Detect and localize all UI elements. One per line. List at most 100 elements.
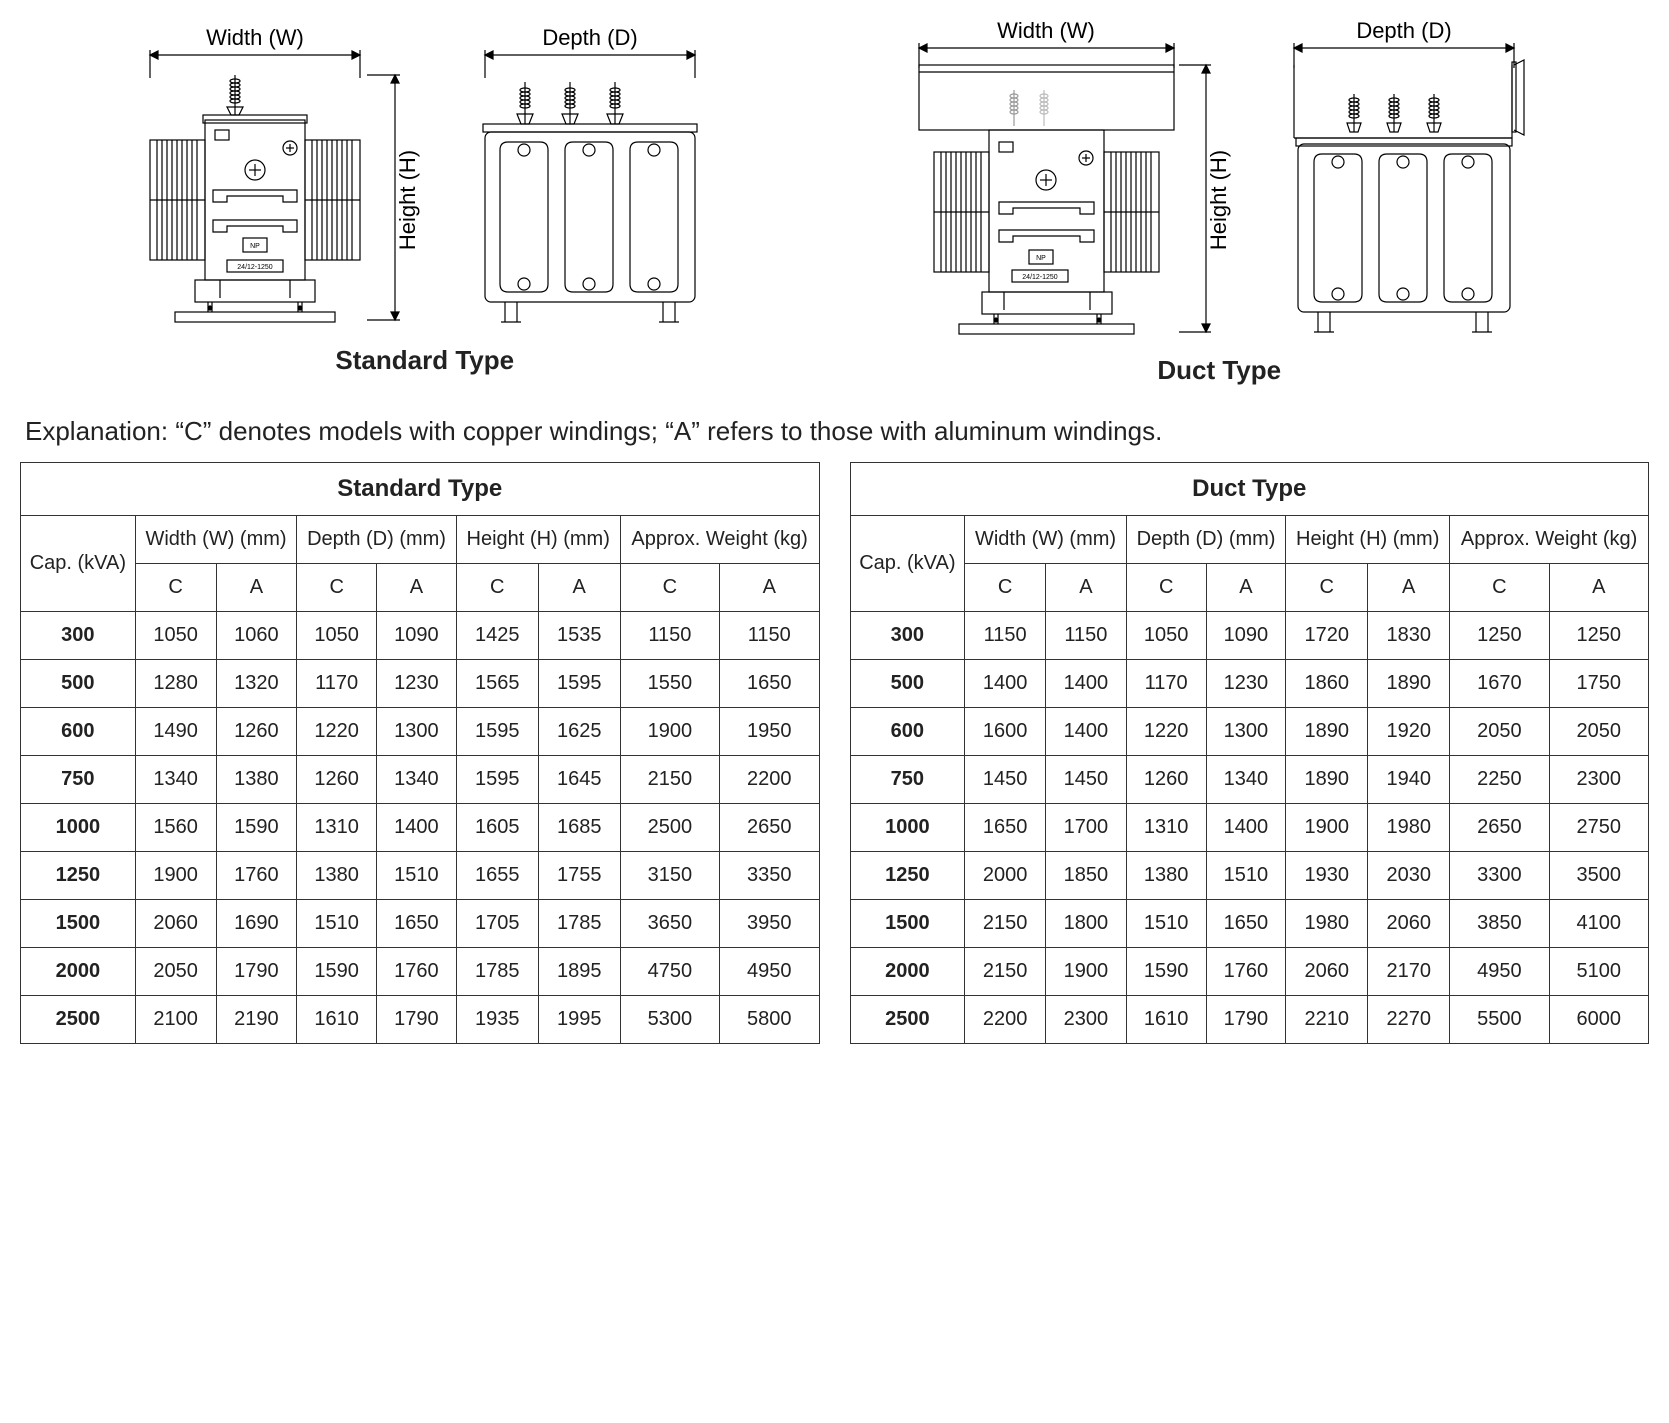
table-cell: 1590 <box>1126 948 1206 996</box>
table-cell: 1400 <box>1046 660 1127 708</box>
standard-side-diagram: Depth (D) <box>465 20 715 330</box>
table-row: 75013401380126013401595164521502200 <box>21 756 820 804</box>
table-cell: 1220 <box>1126 708 1206 756</box>
table-cell: 1535 <box>538 612 620 660</box>
table-row: 50012801320117012301565159515501650 <box>21 660 820 708</box>
table-cell: 2210 <box>1286 996 1368 1044</box>
table-cell: 1340 <box>377 756 457 804</box>
duct-side-diagram: Depth (D) <box>1274 20 1534 340</box>
svg-text:Width (W): Width (W) <box>206 25 304 50</box>
table-cell: 1670 <box>1450 660 1549 708</box>
standard-type-group: Width (W) Height (H) <box>135 20 715 386</box>
table-row: 75014501450126013401890194022502300 <box>850 756 1649 804</box>
table-cell: 5800 <box>720 996 819 1044</box>
table-cell: 1760 <box>377 948 457 996</box>
table-cell: 750 <box>850 756 965 804</box>
duct-type-label: Duct Type <box>1157 355 1281 386</box>
table-cell: 1300 <box>377 708 457 756</box>
table-cell: 1850 <box>1046 852 1127 900</box>
table-cell: 1170 <box>297 660 377 708</box>
table-cell: 1000 <box>850 804 965 852</box>
table-cell: 1260 <box>216 708 297 756</box>
table-cell: 1510 <box>1206 852 1286 900</box>
table-cell: 1890 <box>1368 660 1450 708</box>
table-cell: 1380 <box>297 852 377 900</box>
col-a: A <box>216 564 297 612</box>
table-cell: 1605 <box>456 804 538 852</box>
table-cell: 1595 <box>456 756 538 804</box>
table-cell: 1785 <box>538 900 620 948</box>
table-cell: 1500 <box>850 900 965 948</box>
table-cell: 1000 <box>21 804 136 852</box>
table-row: 30011501150105010901720183012501250 <box>850 612 1649 660</box>
table-cell: 1980 <box>1286 900 1368 948</box>
duct-front-diagram: Width (W) Height (H) <box>904 20 1234 340</box>
table-cell: 1340 <box>1206 756 1286 804</box>
col-depth: Depth (D) (mm) <box>1126 516 1285 564</box>
table-cell: 1250 <box>850 852 965 900</box>
table-cell: 6000 <box>1549 996 1648 1044</box>
table-cell: 1340 <box>135 756 216 804</box>
table-row: 150021501800151016501980206038504100 <box>850 900 1649 948</box>
col-a: A <box>720 564 819 612</box>
svg-text:NP: NP <box>1036 255 1046 262</box>
table-cell: 1150 <box>620 612 719 660</box>
table-cell: 1705 <box>456 900 538 948</box>
table-cell: 2200 <box>720 756 819 804</box>
table-cell: 1700 <box>1046 804 1127 852</box>
table-cell: 1650 <box>965 804 1046 852</box>
table-cell: 1560 <box>135 804 216 852</box>
table-cell: 1510 <box>1126 900 1206 948</box>
table-cell: 1860 <box>1286 660 1368 708</box>
table-cell: 500 <box>21 660 136 708</box>
table-cell: 2150 <box>965 900 1046 948</box>
svg-text:Depth (D): Depth (D) <box>542 25 637 50</box>
table-cell: 1170 <box>1126 660 1206 708</box>
table-cell: 500 <box>850 660 965 708</box>
table-cell: 2170 <box>1368 948 1450 996</box>
table-cell: 1150 <box>1046 612 1127 660</box>
table-cell: 1150 <box>720 612 819 660</box>
table-row: 125020001850138015101930203033003500 <box>850 852 1649 900</box>
table-cell: 5100 <box>1549 948 1648 996</box>
col-weight: Approx. Weight (kg) <box>620 516 819 564</box>
table-cell: 1720 <box>1286 612 1368 660</box>
table-cell: 5300 <box>620 996 719 1044</box>
table-row: 100016501700131014001900198026502750 <box>850 804 1649 852</box>
table-cell: 2030 <box>1368 852 1450 900</box>
table-cell: 3150 <box>620 852 719 900</box>
table-cell: 1750 <box>1549 660 1648 708</box>
table-cell: 1940 <box>1368 756 1450 804</box>
diagrams-container: Width (W) Height (H) <box>20 20 1649 386</box>
table-cell: 1220 <box>297 708 377 756</box>
table-cell: 1655 <box>456 852 538 900</box>
table-cell: 1380 <box>1126 852 1206 900</box>
table-cell: 2650 <box>720 804 819 852</box>
col-c: C <box>1286 564 1368 612</box>
table-row: 200021501900159017602060217049505100 <box>850 948 1649 996</box>
table-row: 100015601590131014001605168525002650 <box>21 804 820 852</box>
table-cell: 300 <box>850 612 965 660</box>
table-cell: 1890 <box>1286 708 1368 756</box>
table-cell: 1935 <box>456 996 538 1044</box>
table-cell: 1900 <box>620 708 719 756</box>
table-cell: 1230 <box>1206 660 1286 708</box>
table-cell: 1760 <box>216 852 297 900</box>
table-cell: 1310 <box>297 804 377 852</box>
table-cell: 5500 <box>1450 996 1549 1044</box>
table-cell: 1250 <box>21 852 136 900</box>
svg-text:Height (H): Height (H) <box>395 150 420 250</box>
table-cell: 1230 <box>377 660 457 708</box>
tables-container: Standard Type Cap. (kVA) Width (W) (mm) … <box>20 462 1649 1044</box>
table-cell: 2250 <box>1450 756 1549 804</box>
table-cell: 1930 <box>1286 852 1368 900</box>
col-a: A <box>1368 564 1450 612</box>
table-cell: 1895 <box>538 948 620 996</box>
table-cell: 1595 <box>538 660 620 708</box>
table-cell: 1790 <box>216 948 297 996</box>
table-cell: 1920 <box>1368 708 1450 756</box>
table-row: 30010501060105010901425153511501150 <box>21 612 820 660</box>
col-width: Width (W) (mm) <box>135 516 297 564</box>
table-cell: 3650 <box>620 900 719 948</box>
table-cell: 2050 <box>1450 708 1549 756</box>
